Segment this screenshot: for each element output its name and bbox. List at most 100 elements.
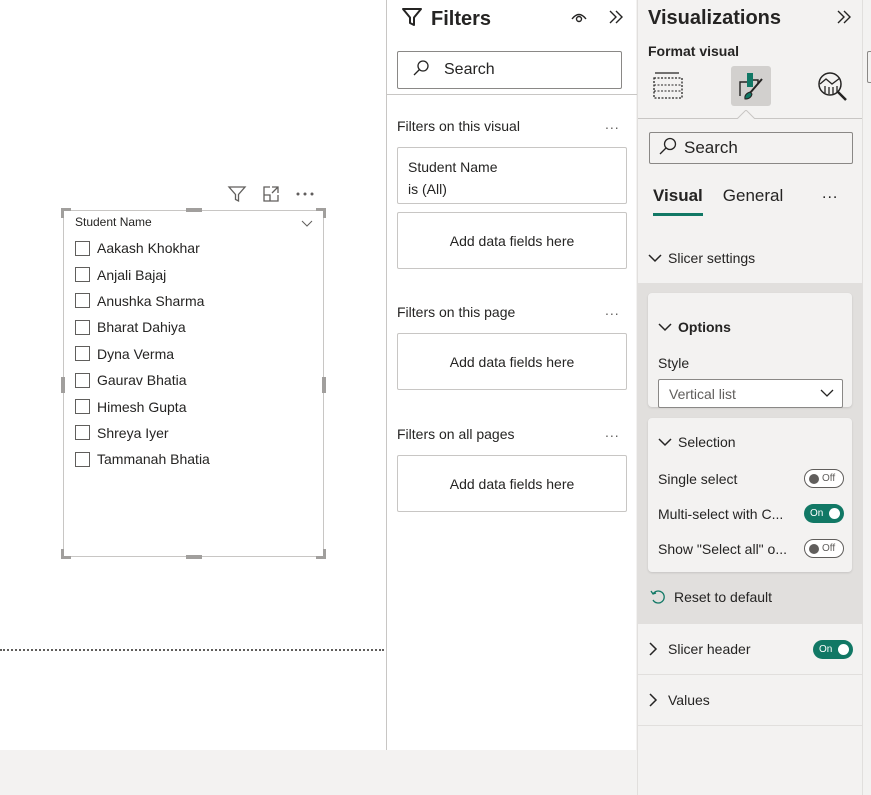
slicer-item[interactable]: Anjali Bajaj [75, 261, 210, 287]
values-section[interactable]: Values [648, 692, 710, 708]
resize-handle-right[interactable] [322, 377, 326, 393]
filters-search[interactable] [397, 51, 622, 89]
page-break-line [0, 649, 384, 651]
slicer-item-label: Himesh Gupta [97, 398, 187, 415]
toggle-state: Off [822, 473, 836, 484]
resize-handle-top[interactable] [186, 208, 202, 212]
slicer-settings-label: Slicer settings [668, 250, 756, 266]
slicer-item-label: Gaurav Bhatia [97, 372, 187, 389]
student-name-slicer[interactable]: Student Name Aakash Khokhar Anjali Bajaj… [61, 208, 326, 559]
slicer-item[interactable]: Anushka Sharma [75, 288, 210, 314]
resize-handle-bottom[interactable] [186, 555, 202, 559]
slicer-item-label: Tammanah Bhatia [97, 451, 210, 468]
style-label: Style [658, 355, 690, 371]
tab-general[interactable]: General [723, 186, 783, 216]
checkbox[interactable] [75, 267, 90, 283]
reset-to-default-button[interactable]: Reset to default [650, 589, 772, 605]
slicer-item[interactable]: Dyna Verma [75, 341, 210, 367]
divider [638, 725, 863, 726]
eye-icon[interactable] [569, 9, 589, 25]
slicer-title: Student Name [75, 215, 152, 229]
slicer-item[interactable]: Shreya Iyer [75, 420, 210, 446]
divider [387, 94, 637, 95]
search-icon [658, 136, 678, 161]
drop-zone-all-pages[interactable]: Add data fields here [397, 455, 627, 512]
more-options-icon[interactable]: ... [605, 424, 620, 440]
build-visual-icon[interactable] [648, 66, 688, 106]
divider [638, 674, 863, 675]
collapse-filters-icon[interactable] [607, 8, 625, 26]
format-search[interactable] [649, 132, 853, 164]
resize-handle-bottom-left[interactable] [61, 549, 71, 559]
format-subtabs: Visual General [653, 186, 783, 216]
toggle-state: On [810, 508, 824, 519]
slicer-item[interactable]: Tammanah Bhatia [75, 446, 210, 472]
more-options-icon[interactable]: ... [605, 116, 620, 132]
slicer-header-section[interactable]: Slicer header [648, 641, 751, 657]
filters-search-input[interactable] [444, 61, 594, 79]
focus-mode-icon[interactable] [260, 183, 282, 205]
report-canvas[interactable]: Student Name Aakash Khokhar Anjali Bajaj… [0, 0, 386, 750]
resize-handle-left[interactable] [61, 377, 65, 393]
slicer-item[interactable]: Gaurav Bhatia [75, 367, 210, 393]
slicer-item-label: Bharat Dahiya [97, 319, 186, 336]
drop-zone-visual[interactable]: Add data fields here [397, 212, 627, 269]
drop-zone-label: Add data fields here [449, 232, 575, 249]
search-icon [412, 59, 430, 82]
chevron-right-icon [649, 642, 658, 656]
multi-select-label: Multi-select with C... [658, 505, 784, 522]
checkbox[interactable] [75, 451, 90, 467]
collapse-visualizations-icon[interactable] [835, 8, 853, 26]
resize-handle-top-right[interactable] [316, 208, 326, 218]
analytics-icon[interactable] [813, 66, 853, 106]
checkbox[interactable] [75, 425, 90, 441]
filter-icon [401, 6, 423, 33]
more-options-icon[interactable]: ... [605, 302, 620, 318]
chevron-down-icon [648, 254, 662, 263]
pane-tab-icons [638, 64, 863, 116]
checkbox[interactable] [75, 346, 90, 362]
select-all-toggle[interactable]: Off [804, 539, 844, 558]
multi-select-row: Multi-select with C... On [658, 504, 844, 523]
tab-visual[interactable]: Visual [653, 186, 703, 216]
format-search-input[interactable] [684, 138, 834, 158]
checkbox[interactable] [75, 240, 90, 256]
style-dropdown[interactable]: Vertical list [658, 379, 843, 408]
chevron-down-icon[interactable] [301, 215, 313, 227]
checkbox[interactable] [75, 372, 90, 388]
slicer-item[interactable]: Bharat Dahiya [75, 314, 210, 340]
slicer-header-toggle[interactable]: On [813, 640, 853, 659]
multi-select-toggle[interactable]: On [804, 504, 844, 523]
slicer-item[interactable]: Aakash Khokhar [75, 235, 210, 261]
chevron-right-icon [649, 693, 658, 707]
filter-card-student-name[interactable]: Student Name is (All) [397, 147, 627, 204]
selection-header[interactable]: Selection [658, 434, 736, 450]
options-header[interactable]: Options [658, 319, 731, 335]
checkbox[interactable] [75, 293, 90, 309]
drop-zone-label: Add data fields here [449, 475, 575, 492]
slicer-settings-block: Options Style Vertical list Selection Si… [638, 283, 863, 624]
slicer-item-label: Anushka Sharma [97, 292, 205, 309]
slicer-item-label: Anjali Bajaj [97, 266, 167, 283]
checkbox[interactable] [75, 319, 90, 335]
select-all-label: Show "Select all" o... [658, 540, 788, 557]
slicer-item[interactable]: Himesh Gupta [75, 393, 210, 419]
more-options-icon[interactable]: ... [822, 185, 838, 203]
resize-handle-top-left[interactable] [61, 208, 71, 218]
drop-zone-page[interactable]: Add data fields here [397, 333, 627, 390]
single-select-toggle[interactable]: Off [804, 469, 844, 488]
format-visual-icon[interactable] [731, 66, 771, 106]
resize-handle-bottom-right[interactable] [316, 549, 326, 559]
filters-on-visual-label: Filters on this visual [397, 118, 520, 134]
more-options-icon[interactable] [294, 183, 316, 205]
fields-search-edge [867, 51, 871, 83]
toggle-state: On [819, 644, 833, 655]
filter-icon[interactable] [226, 183, 248, 205]
selection-label: Selection [678, 434, 736, 450]
filters-on-all-pages-label: Filters on all pages [397, 426, 515, 442]
drop-zone-label: Add data fields here [449, 353, 575, 370]
slicer-settings-header[interactable]: Slicer settings [648, 250, 755, 266]
slicer-header-label: Slicer header [668, 641, 751, 657]
filter-card-field: Student Name [408, 159, 498, 175]
checkbox[interactable] [75, 399, 90, 415]
